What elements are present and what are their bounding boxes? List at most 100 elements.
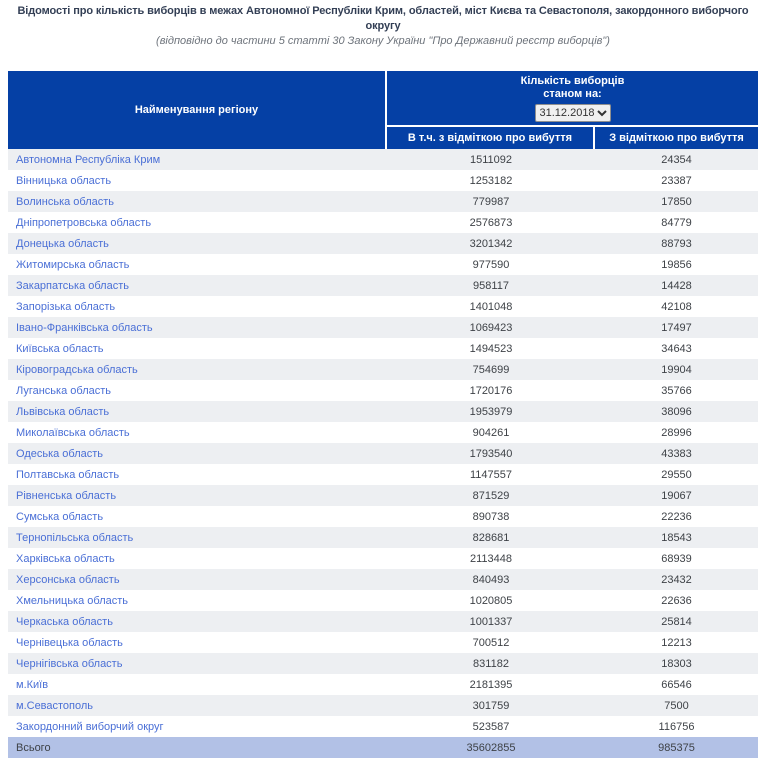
total-voters-count: 35602855 <box>387 742 595 754</box>
region-cell: м.Київ <box>8 679 387 691</box>
region-link[interactable]: Харківська область <box>16 553 115 565</box>
table-row: м.Севастополь3017597500 <box>8 695 758 716</box>
region-link[interactable]: Вінницька область <box>16 175 111 187</box>
voters-count-cell: 1401048 <box>387 301 595 313</box>
region-cell: Житомирська область <box>8 259 387 271</box>
voters-count-cell: 301759 <box>387 700 595 712</box>
region-link[interactable]: Одеська область <box>16 448 103 460</box>
table-row: Київська область 149452334643 <box>8 338 758 359</box>
region-link[interactable]: Тернопільська область <box>16 532 133 544</box>
departed-count-cell: 19856 <box>595 259 758 271</box>
region-link[interactable]: Хмельницька область <box>16 595 128 607</box>
region-link[interactable]: Закарпатська область <box>16 280 129 292</box>
region-cell: Харківська область <box>8 553 387 565</box>
region-link[interactable]: Сумська область <box>16 511 103 523</box>
region-cell: Київська область <box>8 343 387 355</box>
region-link[interactable]: Рівненська область <box>16 490 116 502</box>
departed-count-cell: 23432 <box>595 574 758 586</box>
region-cell: Полтавська область <box>8 469 387 481</box>
table-row: Черкаська область100133725814 <box>8 611 758 632</box>
region-cell: Волинська область <box>8 196 387 208</box>
departed-count-cell: 25814 <box>595 616 758 628</box>
region-cell: Хмельницька область <box>8 595 387 607</box>
voters-count-cell: 1494523 <box>387 343 595 355</box>
departed-count-cell: 14428 <box>595 280 758 292</box>
table-row: Автономна Республіка Крим 151109224354 <box>8 149 758 170</box>
voters-count-cell: 2576873 <box>387 217 595 229</box>
region-cell: Луганська область <box>8 385 387 397</box>
region-link[interactable]: Житомирська область <box>16 259 129 271</box>
table-row: Закарпатська область95811714428 <box>8 275 758 296</box>
total-row-label: Всього <box>8 742 387 754</box>
voters-count-cell: 1069423 <box>387 322 595 334</box>
departed-count-cell: 23387 <box>595 175 758 187</box>
voters-count-cell: 779987 <box>387 196 595 208</box>
voters-count-cell: 1793540 <box>387 448 595 460</box>
region-link[interactable]: Чернівецька область <box>16 637 123 649</box>
departed-count-cell: 84779 <box>595 217 758 229</box>
voters-count-cell: 904261 <box>387 427 595 439</box>
region-link[interactable]: Херсонська область <box>16 574 120 586</box>
region-link[interactable]: Чернігівська область <box>16 658 122 670</box>
region-link[interactable]: Київська область <box>16 343 104 355</box>
region-cell: м.Севастополь <box>8 700 387 712</box>
departed-count-cell: 17497 <box>595 322 758 334</box>
page-header: Відомості про кількість виборців в межах… <box>0 0 766 48</box>
region-link[interactable]: Волинська область <box>16 196 114 208</box>
voters-count-cell: 1147557 <box>387 469 595 481</box>
departed-count-cell: 35766 <box>595 385 758 397</box>
region-link[interactable]: Закордонний виборчий округ <box>16 721 164 733</box>
region-link[interactable]: Львівська область <box>16 406 109 418</box>
sub-column-header-departed: З відміткою про вибуття <box>595 127 758 149</box>
departed-count-cell: 88793 <box>595 238 758 250</box>
region-link[interactable]: Луганська область <box>16 385 111 397</box>
departed-count-cell: 42108 <box>595 301 758 313</box>
region-link[interactable]: Івано-Франківська область <box>16 322 153 334</box>
table-row: Миколаївська область 90426128996 <box>8 422 758 443</box>
total-row: Всього 35602855 985375 <box>8 737 758 758</box>
table-row: Закордонний виборчий округ523587116756 <box>8 716 758 737</box>
region-cell: Чернівецька область <box>8 637 387 649</box>
region-cell: Автономна Республіка Крим <box>8 154 387 166</box>
region-link[interactable]: Черкаська область <box>16 616 113 628</box>
departed-count-cell: 34643 <box>595 343 758 355</box>
region-cell: Закордонний виборчий округ <box>8 721 387 733</box>
voters-count-cell: 1020805 <box>387 595 595 607</box>
region-cell: Одеська область <box>8 448 387 460</box>
region-cell: Дніпропетровська область <box>8 217 387 229</box>
voters-count-cell: 1511092 <box>387 154 595 166</box>
voters-count-cell: 2181395 <box>387 679 595 691</box>
table-row: Запорізька область 140104842108 <box>8 296 758 317</box>
departed-count-cell: 38096 <box>595 406 758 418</box>
table-row: Житомирська область97759019856 <box>8 254 758 275</box>
voters-count-cell: 700512 <box>387 637 595 649</box>
region-cell: Вінницька область <box>8 175 387 187</box>
region-link[interactable]: м.Київ <box>16 679 48 691</box>
region-link[interactable]: м.Севастополь <box>16 700 93 712</box>
departed-count-cell: 29550 <box>595 469 758 481</box>
page-subtitle: (відповідно до частини 5 статті 30 Закон… <box>0 34 766 48</box>
table-row: Полтавська область 114755729550 <box>8 464 758 485</box>
date-select[interactable]: 31.12.2018 <box>535 104 611 122</box>
voters-count-cell: 2113448 <box>387 553 595 565</box>
region-link[interactable]: Запорізька область <box>16 301 115 313</box>
total-departed-count: 985375 <box>595 742 758 754</box>
table-row: Одеська область179354043383 <box>8 443 758 464</box>
region-cell: Закарпатська область <box>8 280 387 292</box>
departed-count-cell: 24354 <box>595 154 758 166</box>
table-row: Кіровоградська область75469919904 <box>8 359 758 380</box>
region-link[interactable]: Кіровоградська область <box>16 364 138 376</box>
page-title: Відомості про кількість виборців в межах… <box>0 4 766 34</box>
region-cell: Донецька область <box>8 238 387 250</box>
table-row: Дніпропетровська область 257687384779 <box>8 212 758 233</box>
table-row: Волинська область77998717850 <box>8 191 758 212</box>
table-row: Чернігівська область83118218303 <box>8 653 758 674</box>
region-link[interactable]: Дніпропетровська область <box>16 217 151 229</box>
table-row: Івано-Франківська область 106942317497 <box>8 317 758 338</box>
region-link[interactable]: Полтавська область <box>16 469 119 481</box>
departed-count-cell: 28996 <box>595 427 758 439</box>
region-cell: Херсонська область <box>8 574 387 586</box>
region-link[interactable]: Миколаївська область <box>16 427 130 439</box>
region-link[interactable]: Автономна Республіка Крим <box>16 154 160 166</box>
region-link[interactable]: Донецька область <box>16 238 109 250</box>
